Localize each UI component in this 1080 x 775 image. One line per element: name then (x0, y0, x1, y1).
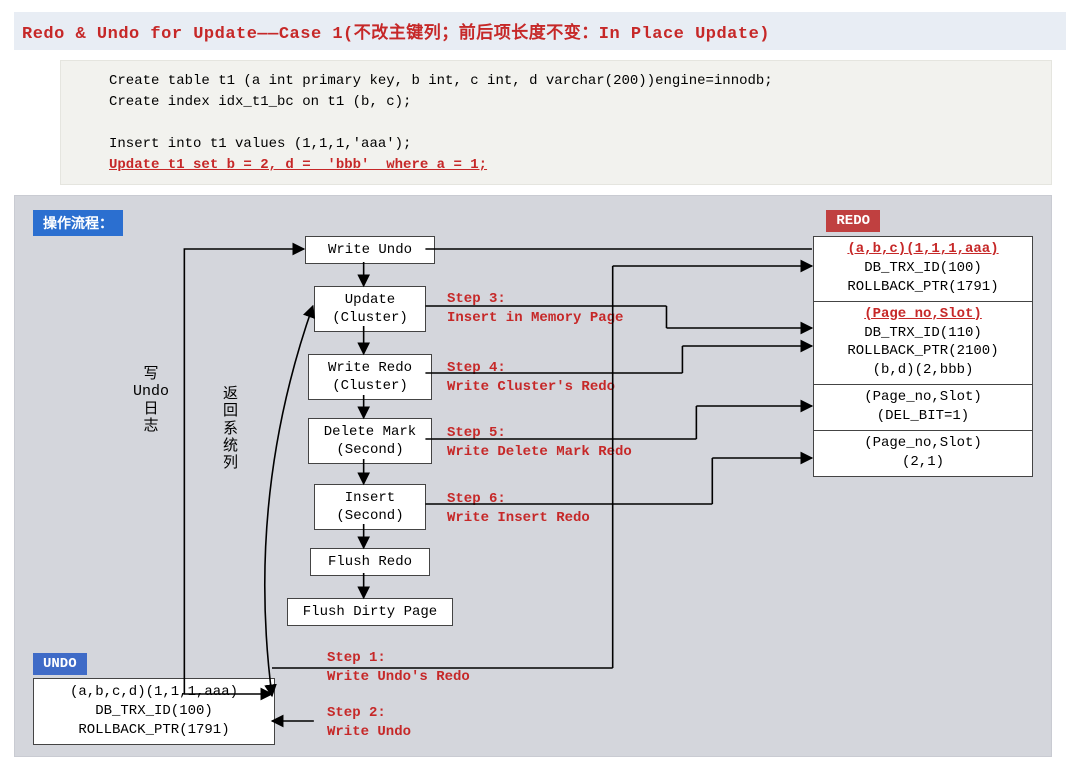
box-insert-second: Insert (Second) (314, 484, 426, 530)
step-4: Step 4: Write Cluster's Redo (447, 359, 615, 397)
step-3: Step 3: Insert in Memory Page (447, 290, 623, 328)
sql-panel: Create table t1 (a int primary key, b in… (60, 60, 1052, 185)
redo-stack: (a,b,c)(1,1,1,aaa) DB_TRX_ID(100) ROLLBA… (813, 236, 1033, 477)
box-flush-dirty-page: Flush Dirty Page (287, 598, 453, 626)
sql-line-4: Update t1 set b = 2, d = 'bbb' where a =… (109, 155, 1025, 176)
redo-cell-1: (a,b,c)(1,1,1,aaa) DB_TRX_ID(100) ROLLBA… (814, 237, 1032, 302)
undo-record-box: (a,b,c,d)(1,1,1,aaa) DB_TRX_ID(100) ROLL… (33, 678, 275, 745)
box-update-cluster: Update (Cluster) (314, 286, 426, 332)
redo-c2c: ROLLBACK_PTR(2100) (847, 343, 998, 359)
redo-c3b: (DEL_BIT=1) (877, 408, 969, 424)
undo-tag: UNDO (33, 653, 87, 675)
step-1: Step 1: Write Undo's Redo (327, 649, 470, 687)
box-flush-redo: Flush Redo (310, 548, 430, 576)
redo-c4b: (2,1) (902, 454, 944, 470)
redo-c2d: (b,d)(2,bbb) (873, 362, 974, 378)
redo-c2a: (Page_no,Slot) (864, 306, 982, 322)
step-6: Step 6: Write Insert Redo (447, 490, 590, 528)
redo-c1b: DB_TRX_ID(100) (864, 260, 982, 276)
undo-box-l3: ROLLBACK_PTR(1791) (38, 721, 270, 740)
undo-box-l1: (a,b,c,d)(1,1,1,aaa) (38, 683, 270, 702)
redo-cell-2: (Page_no,Slot) DB_TRX_ID(110) ROLLBACK_P… (814, 302, 1032, 386)
redo-tag: REDO (826, 210, 880, 232)
undo-box-l2: DB_TRX_ID(100) (38, 702, 270, 721)
redo-cell-4: (Page_no,Slot) (2,1) (814, 431, 1032, 476)
return-sys-label: 返 回 系 统 列 (223, 386, 238, 472)
box-write-redo-cl: Write Redo (Cluster) (308, 354, 432, 400)
sql-line-2: Create index idx_t1_bc on t1 (b, c); (109, 92, 1025, 113)
step-2: Step 2: Write Undo (327, 704, 411, 742)
redo-c4a: (Page_no,Slot) (864, 435, 982, 451)
write-undo-label: 写 Undo 日 志 (133, 366, 169, 435)
sql-blank (109, 113, 1025, 134)
ops-tag: 操作流程： (33, 210, 123, 236)
step-5: Step 5: Write Delete Mark Redo (447, 424, 632, 462)
redo-cell-3: (Page_no,Slot) (DEL_BIT=1) (814, 385, 1032, 431)
box-delete-mark: Delete Mark (Second) (308, 418, 432, 464)
sql-line-3: Insert into t1 values (1,1,1,'aaa'); (109, 134, 1025, 155)
redo-c1a: (a,b,c)(1,1,1,aaa) (847, 241, 998, 257)
redo-c2b: DB_TRX_ID(110) (864, 325, 982, 341)
sql-line-1: Create table t1 (a int primary key, b in… (109, 71, 1025, 92)
flow-panel: 操作流程： REDO UNDO 写 Undo 日 志 返 回 系 统 列 Wri… (14, 195, 1052, 757)
redo-c3a: (Page_no,Slot) (864, 389, 982, 405)
box-write-undo: Write Undo (305, 236, 435, 264)
page-title: Redo & Undo for Update——Case 1(不改主键列；前后项… (14, 12, 1066, 50)
redo-c1c: ROLLBACK_PTR(1791) (847, 279, 998, 295)
